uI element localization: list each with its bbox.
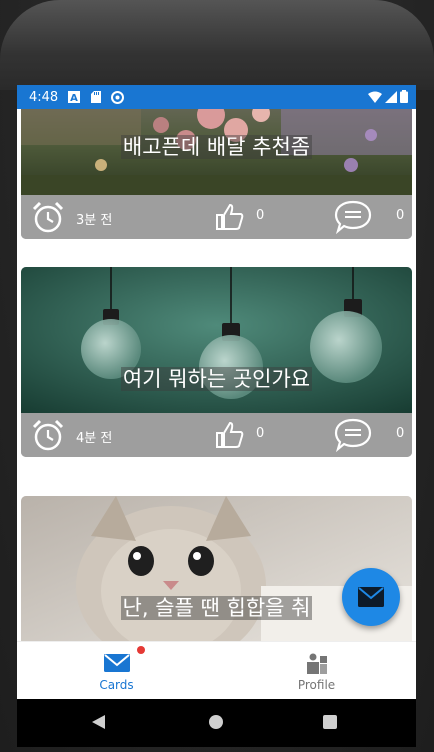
comment-icon[interactable] <box>334 199 372 235</box>
svg-text:A: A <box>70 93 78 103</box>
nav-label: Profile <box>297 678 336 692</box>
bottom-navigation: Cards Profile <box>17 641 416 699</box>
like-count: 0 <box>256 426 265 441</box>
card-title: 여기 뭐하는 곳인가요 <box>120 367 313 391</box>
status-time: 4:48 <box>29 89 59 105</box>
notification-badge <box>137 646 145 654</box>
comment-icon[interactable] <box>334 417 372 453</box>
post-card[interactable]: 배고픈데 배달 추천좀 3분 전 0 0 <box>21 109 412 239</box>
mail-icon <box>358 587 384 607</box>
sd-card-icon <box>89 91 102 104</box>
font-notification-icon: A <box>67 91 80 104</box>
card-footer: 4분 전 0 0 <box>21 413 412 457</box>
phone-bezel-top <box>0 0 434 90</box>
card-feed[interactable]: 배고픈데 배달 추천좀 3분 전 0 0 여기 뭐하는 곳인가요 4분 전 0 … <box>17 109 416 641</box>
app-screen: 4:48 A 배고픈데 배달 추천좀 3분 전 0 0 여기 뭐하는 곳인가요 … <box>17 85 416 699</box>
system-navigation-bar <box>17 699 416 747</box>
card-footer: 3분 전 0 0 <box>21 195 412 239</box>
alarm-clock-icon <box>32 419 64 451</box>
back-icon[interactable] <box>92 715 106 729</box>
post-card[interactable]: 여기 뭐하는 곳인가요 4분 전 0 0 <box>21 267 412 457</box>
nav-item-profile[interactable]: Profile <box>217 642 416 699</box>
thumbs-up-icon[interactable] <box>215 202 245 232</box>
card-time: 4분 전 <box>76 431 113 446</box>
nav-label: Cards <box>99 678 134 692</box>
mail-icon <box>103 654 130 672</box>
nav-item-cards[interactable]: Cards <box>17 642 216 699</box>
comment-count: 0 <box>396 208 405 223</box>
sync-icon <box>111 90 125 104</box>
home-icon[interactable] <box>209 715 223 729</box>
battery-icon <box>400 90 408 103</box>
status-bar: 4:48 A <box>17 85 416 109</box>
profile-icon <box>306 653 327 674</box>
compose-fab[interactable] <box>342 568 400 626</box>
card-title: 배고픈데 배달 추천좀 <box>120 135 313 159</box>
thumbs-up-icon[interactable] <box>215 420 245 450</box>
signal-icon <box>385 90 397 103</box>
recent-apps-icon[interactable] <box>323 715 337 729</box>
card-time: 3분 전 <box>76 213 113 228</box>
like-count: 0 <box>256 208 265 223</box>
status-icons-right <box>368 90 408 103</box>
wifi-icon <box>368 91 382 103</box>
alarm-clock-icon <box>32 201 64 233</box>
comment-count: 0 <box>396 426 405 441</box>
